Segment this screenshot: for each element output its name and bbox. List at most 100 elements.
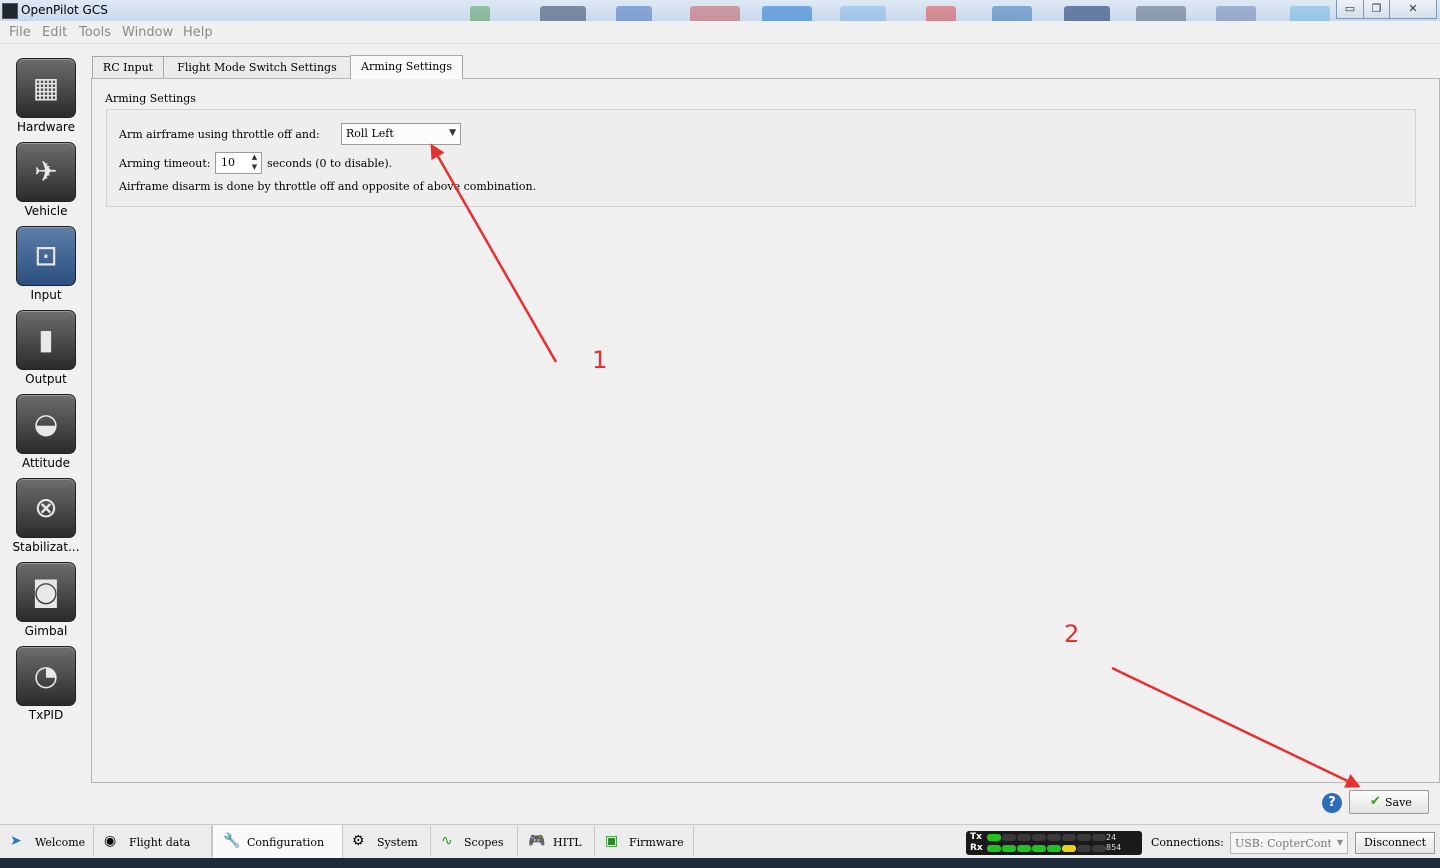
sidebar-item-label: Vehicle [24,204,68,218]
tx-led [1062,834,1076,841]
tx-led [1017,834,1031,841]
tab-firmware[interactable]: ▣ Firmware [595,826,694,856]
sidebar-item-label: Input [30,288,62,302]
rx-led [1017,845,1031,852]
tab-welcome[interactable]: ➤ Welcome [0,826,94,856]
sidebar-item-attitude[interactable]: ◒ Attitude [8,394,84,478]
tx-rate: 24 [1106,833,1117,842]
sidebar-item-label: Attitude [21,456,71,470]
arm-combination-select[interactable]: Roll Left ▼ [341,123,461,145]
os-taskbar [0,858,1440,868]
rx-rate: 854 [1106,843,1122,852]
chevron-down-icon: ▼ [449,128,456,138]
level-icon: ◒ [16,394,76,454]
close-icon: ✕ [1408,2,1418,15]
menu-help[interactable]: Help [183,25,213,40]
mode-bar: ➤ Welcome ◉ Flight data 🔧 Configuration … [0,824,1440,859]
arm-combination-label: Arm airframe using throttle off and: [119,128,320,141]
maximize-icon: ❐ [1371,2,1382,15]
menu-bar: File Edit Tools Window Help [0,22,1440,44]
tx-led [1092,834,1106,841]
gauge-icon: ◔ [16,646,76,706]
menu-edit[interactable]: Edit [42,25,67,40]
pfd-icon: ◉ [104,833,117,849]
help-button[interactable]: ? [1322,793,1342,813]
bird-icon: ➤ [10,833,22,849]
sidebar-item-output[interactable]: ▮ Output [8,310,84,394]
minimize-icon: ▭ [1344,2,1356,15]
minimize-button[interactable]: ▭ [1336,0,1364,19]
tab-label: System [377,836,418,849]
config-sidebar: ▦ Hardware ✈ Vehicle ⊡ Input ▮ Output ◒ … [0,44,90,824]
maximize-button[interactable]: ❐ [1363,0,1390,19]
rx-led [1047,845,1061,852]
title-bar: OpenPilot GCS ▭ ❐ ✕ [0,0,1440,21]
tx-led [1047,834,1061,841]
arming-timeout-value: 10 [221,156,235,169]
spin-down-icon[interactable]: ▼ [249,163,260,172]
annotation-label-1: 1 [592,346,608,374]
sidebar-item-label: Output [25,372,67,386]
tx-led [1032,834,1046,841]
tab-label: Welcome [35,836,86,849]
camera-icon: ◙ [16,562,76,622]
gamepad-icon: 🎮 [528,833,546,849]
tab-label: Flight data [129,836,191,849]
group-title: Arming Settings [105,92,196,105]
chip-icon: ▦ [16,58,76,118]
tab-arming-settings[interactable]: Arming Settings [350,55,463,79]
tab-configuration[interactable]: 🔧 Configuration [212,825,343,858]
tab-label: HITL [553,836,582,849]
gear-icon: ⚙ [352,833,365,849]
app-icon [2,3,18,19]
tab-label: Scopes [464,836,504,849]
menu-tools[interactable]: Tools [79,25,111,40]
rx-led [1002,845,1016,852]
sidebar-item-input[interactable]: ⊡ Input [8,226,84,310]
tab-scopes[interactable]: ∿ Scopes [431,826,518,856]
rx-led [1032,845,1046,852]
chip-icon: ▣ [605,833,619,849]
menu-window[interactable]: Window [122,25,173,40]
connections-label: Connections: [1151,836,1224,849]
connection-device-select[interactable]: USB: CopterControl ▼ [1230,832,1348,854]
sidebar-item-hardware[interactable]: ▦ Hardware [8,58,84,142]
spin-up-icon[interactable]: ▲ [249,153,260,162]
sidebar-item-label: TxPID [28,708,64,722]
annotation-label-2: 2 [1064,620,1080,648]
rx-led [1062,845,1076,852]
disarm-note: Airframe disarm is done by throttle off … [119,180,537,193]
sidebar-item-stabilization[interactable]: ⊗ Stabilizat... [8,478,84,562]
sidebar-item-txpid[interactable]: ◔ TxPID [8,646,84,730]
help-icon: ? [1328,795,1336,810]
sidebar-item-vehicle[interactable]: ✈ Vehicle [8,142,84,226]
rx-label: Rx [970,843,983,853]
disconnect-button[interactable]: Disconnect [1355,832,1435,854]
tx-led [1002,834,1016,841]
tab-flight-mode-switch-settings[interactable]: Flight Mode Switch Settings [163,56,351,78]
tab-hitl[interactable]: 🎮 HITL [518,826,595,856]
telemetry-monitor: Tx Rx 24 854 [966,831,1142,855]
save-button[interactable]: ✔ Save [1349,790,1429,814]
pulse-icon: ∿ [441,833,453,849]
sidebar-item-label: Stabilizat... [12,540,80,554]
tab-rc-input[interactable]: RC Input [92,56,164,78]
connection-device-value: USB: CopterControl [1235,837,1331,850]
wrench-icon: 🔧 [223,833,241,849]
tab-label: Firmware [629,836,684,849]
motor-icon: ▮ [16,310,76,370]
arming-timeout-spinbox[interactable]: 10 ▲ ▼ [215,152,262,174]
gyro-icon: ⊗ [16,478,76,538]
aircraft-icon: ✈ [16,142,76,202]
tx-led [1077,834,1091,841]
sidebar-item-label: Hardware [17,120,75,134]
sidebar-item-label: Gimbal [24,624,68,638]
sidebar-item-gimbal[interactable]: ◙ Gimbal [8,562,84,646]
chevron-down-icon: ▼ [1336,838,1343,847]
menu-file[interactable]: File [9,25,31,40]
close-button[interactable]: ✕ [1389,0,1437,19]
tab-system[interactable]: ⚙ System [342,826,431,856]
tab-flight-data[interactable]: ◉ Flight data [94,826,212,856]
checkmark-icon: ✔ [1370,794,1381,809]
save-label: Save [1385,796,1412,809]
